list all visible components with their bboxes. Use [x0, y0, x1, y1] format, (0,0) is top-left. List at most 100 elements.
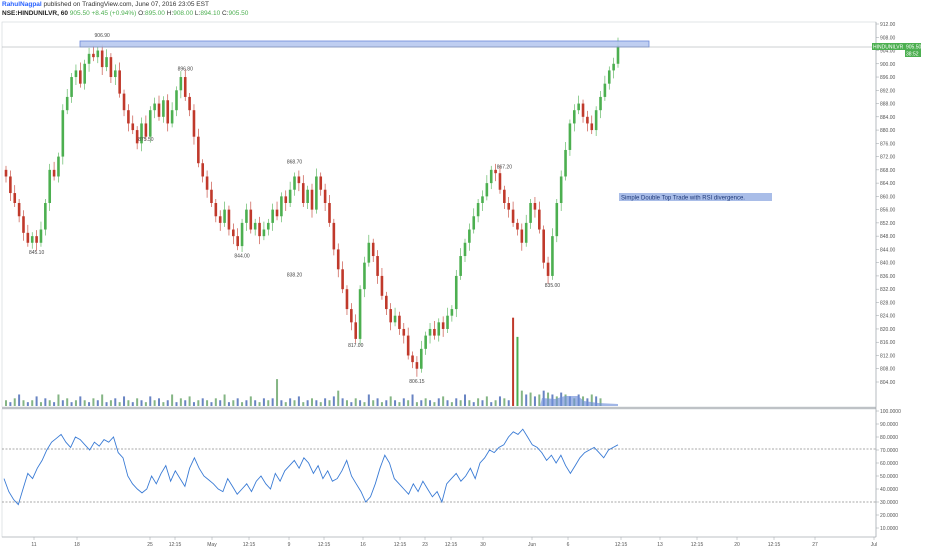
volume-bar [175, 402, 178, 406]
price-axis[interactable]: 912.00908.00904.00900.00896.00892.00888.… [876, 22, 896, 386]
rsi-axis[interactable]: 100.0000 90.0000 80.0000 70.0000 60.0000 50.0… [876, 409, 901, 532]
candle-body [17, 203, 21, 217]
swing-label: 868.70 [287, 160, 303, 166]
volume-bar [249, 396, 252, 406]
volume-bar [271, 398, 274, 406]
candle-body [572, 110, 576, 124]
price-pane[interactable] [1, 21, 877, 408]
volume-bar [267, 400, 270, 406]
candle-body [345, 289, 349, 310]
candle-body [564, 149, 567, 177]
candle-body [363, 262, 366, 290]
rsi-pane[interactable] [1, 408, 877, 538]
volume-bar [22, 400, 25, 406]
candle-body [245, 209, 248, 223]
candle-body [336, 249, 340, 270]
candle-body [201, 163, 205, 177]
volume-bar [131, 402, 134, 406]
price-tick-label: 840.00 [880, 261, 896, 267]
candle-body [454, 275, 458, 310]
volume-bar [284, 402, 287, 406]
candle-body [568, 123, 572, 150]
price-tick-label: 912.00 [880, 22, 896, 28]
time-tick-label: 30 [480, 542, 486, 548]
rsi-tick-label: 20.0000 [880, 513, 898, 519]
rsi-tick-label: 60.0000 [880, 461, 898, 467]
swing-label: 844.00 [234, 253, 250, 259]
candle-body [551, 236, 554, 276]
volume-bar [276, 379, 279, 406]
candle-body [227, 209, 231, 230]
candle-body [162, 100, 165, 117]
volume-bar [507, 400, 510, 406]
candle-body [555, 203, 559, 237]
volume-bar [481, 400, 484, 406]
time-tick-label: 25 [147, 542, 153, 548]
candle-body [433, 328, 436, 336]
candle-body [538, 209, 541, 230]
volume-bar [306, 400, 309, 406]
price-tick-label: 900.00 [880, 62, 896, 68]
candle-body [70, 77, 73, 97]
candle-body [367, 242, 371, 263]
volume-bar [538, 394, 541, 406]
volume-bar [525, 394, 528, 406]
volume-bar [372, 400, 375, 406]
candle-body [533, 203, 537, 210]
swing-labels: 906.90 896.80 875.50 845.10 844.00 868.70 838.… [29, 33, 560, 385]
volume-bar [214, 398, 217, 406]
rsi-line [3, 428, 619, 506]
candle-body [406, 335, 410, 356]
time-tick-label: 6 [567, 542, 570, 548]
time-tick-label: 12:15 [445, 542, 458, 548]
volume-bar [166, 400, 169, 406]
chart-canvas[interactable]: 912.00908.00904.00900.00896.00892.00888.… [0, 0, 932, 550]
candle-body [166, 100, 170, 124]
resistance-zone[interactable] [79, 40, 650, 48]
candle-body [118, 70, 121, 94]
candle-body [520, 229, 524, 243]
candle-body [468, 229, 471, 243]
volume-bar [31, 400, 34, 406]
volume-bar [529, 392, 532, 406]
candle-body [428, 328, 432, 336]
candle-body [188, 96, 191, 111]
rsi-tick-label: 10.0000 [880, 526, 898, 532]
volume-bar [171, 394, 174, 406]
swing-label: 875.50 [138, 137, 154, 143]
volume-bar [446, 400, 449, 406]
candle-body [183, 77, 187, 97]
volume-bar [53, 402, 56, 406]
price-tick-label: 860.00 [880, 194, 896, 200]
volume-bar [13, 398, 16, 406]
time-tick-label: 20 [734, 542, 740, 548]
candle-body [398, 315, 401, 329]
candle-body [350, 309, 353, 323]
price-tick-label: 892.00 [880, 88, 896, 94]
volume-bar [415, 402, 418, 406]
price-tick-label: 848.00 [880, 234, 896, 240]
candle-body [293, 176, 296, 190]
volume-bar [149, 396, 152, 406]
candle-body [385, 295, 388, 310]
time-axis[interactable]: 11 18 25 12:15 May 12:15 9 12:15 16 12:15 23 12:15 3… [31, 537, 877, 548]
volume-bar [258, 402, 261, 406]
volume-bar [297, 396, 300, 406]
time-tick-label: 16 [360, 542, 366, 548]
volume-bar [192, 402, 195, 406]
candle-body [288, 189, 292, 203]
candle-body [612, 63, 615, 71]
candle-body [411, 355, 414, 363]
price-tick-label: 812.00 [880, 353, 896, 359]
volume-bar [398, 402, 401, 406]
price-tick-label: 828.00 [880, 300, 896, 306]
volume-bar [359, 400, 362, 406]
price-tag-symbol: HINDUNILVR [873, 45, 904, 51]
volume-bar [485, 396, 488, 406]
annotation-text[interactable]: Simple Double Top Trade with RSI diverge… [621, 196, 745, 202]
candle-body [516, 222, 519, 230]
volume-bar [227, 402, 230, 406]
volume-bar [289, 398, 292, 406]
volume-bar [302, 402, 305, 406]
time-tick-label: Jul [871, 542, 877, 548]
